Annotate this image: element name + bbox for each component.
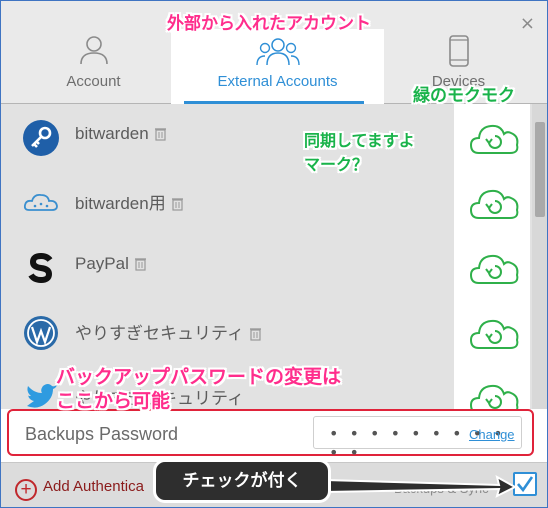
annotation-sync-mark-line2: マーク？ xyxy=(304,155,369,174)
twitter-icon xyxy=(27,384,57,408)
phone-icon xyxy=(448,35,469,67)
sync-cloud-icon xyxy=(469,124,519,154)
sync-cloud-icon xyxy=(469,189,519,219)
annotation-checkbox-callout: チェックが付く xyxy=(153,459,331,503)
trash-icon[interactable] xyxy=(171,197,183,211)
annotation-external-accounts: 外部から入れたアカウント xyxy=(167,14,371,34)
wordpress-icon xyxy=(24,316,58,350)
trash-icon[interactable] xyxy=(154,127,166,141)
add-authenticator-button[interactable]: + Add Authentica xyxy=(15,478,144,501)
cloud-logo-icon xyxy=(23,193,58,211)
tab-account[interactable]: Account xyxy=(41,1,146,104)
list-item[interactable]: PayPal xyxy=(1,234,456,299)
add-authenticator-label: Add Authentica xyxy=(43,478,144,495)
backups-password-panel: Backups Password • • • • • • • • • • • C… xyxy=(1,409,547,462)
trash-icon[interactable] xyxy=(249,327,261,341)
trash-icon[interactable] xyxy=(134,257,146,271)
key-icon xyxy=(23,120,59,156)
annotation-green-cloud: 緑のモクモク xyxy=(413,86,515,106)
list-item[interactable]: bitwarden用 xyxy=(1,169,456,234)
annotation-backup-line2: ここから可能 xyxy=(56,390,171,412)
change-link[interactable]: Change xyxy=(469,427,515,442)
tab-external-accounts[interactable]: External Accounts xyxy=(171,29,384,107)
annotation-sync-mark: 同期してますよ マーク？ xyxy=(304,129,415,177)
tab-account-label: Account xyxy=(66,73,121,90)
annotation-backup-password: バックアップパスワードの変更は ここから可能 xyxy=(56,365,341,413)
account-name-text: やりすぎセキュリティ xyxy=(75,324,244,343)
scrollbar[interactable] xyxy=(532,104,547,409)
account-name-text: bitwarden xyxy=(75,124,149,143)
close-icon[interactable]: × xyxy=(520,13,535,34)
list-item[interactable]: やりすぎセキュリティ xyxy=(1,299,456,364)
sync-cloud-icon xyxy=(469,319,519,349)
scrollbar-thumb[interactable] xyxy=(535,122,545,217)
sync-cloud-icon xyxy=(469,254,519,284)
person-icon xyxy=(79,36,108,65)
plus-icon: + xyxy=(15,479,37,501)
app-window: Account External Accounts Devices × bitw… xyxy=(0,0,548,508)
group-icon xyxy=(255,38,300,66)
tab-external-accounts-label: External Accounts xyxy=(217,73,338,90)
account-name: bitwarden用 xyxy=(75,189,183,214)
account-name: やりすぎセキュリティ xyxy=(75,319,261,344)
account-name-text: PayPal xyxy=(75,254,129,273)
annotation-arrow xyxy=(324,475,518,498)
annotation-backup-line1: バックアップパスワードの変更は xyxy=(56,366,342,388)
backups-password-label: Backups Password xyxy=(25,424,179,444)
sync-status-column xyxy=(454,104,530,414)
account-name: PayPal xyxy=(75,254,146,274)
account-name: bitwarden xyxy=(75,124,166,144)
account-name-text: bitwarden用 xyxy=(75,194,166,213)
backups-password-field[interactable]: • • • • • • • • • • • Change xyxy=(313,416,522,462)
annotation-sync-mark-line1: 同期してますよ xyxy=(304,131,415,150)
s-logo-icon xyxy=(28,252,53,284)
